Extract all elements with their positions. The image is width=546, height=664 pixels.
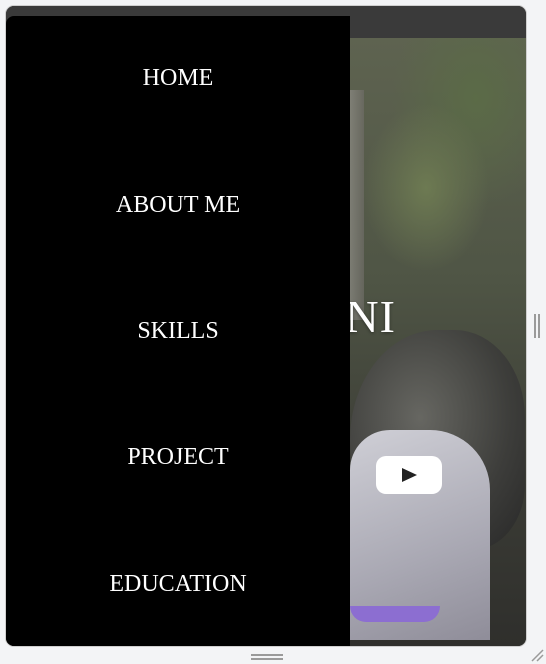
nav-item-about-me[interactable]: ABOUT ME [6,189,350,221]
hero-photo-trim [350,606,440,622]
horizontal-resize-handle[interactable] [251,654,283,660]
nav-item-home[interactable]: HOME [6,62,350,94]
youtube-play-button[interactable] [376,456,442,494]
resize-grip-icon[interactable] [530,648,544,662]
nav-item-skills[interactable]: SKILLS [6,315,350,347]
hero-photo-pole [350,90,364,320]
nav-item-education[interactable]: EDUCATION [6,568,350,600]
nav-item-project[interactable]: PROJECT [6,441,350,473]
play-icon [402,468,417,482]
side-nav-menu: HOME ABOUT ME SKILLS PROJECT EDUCATION [6,16,350,646]
vertical-resize-handle[interactable] [534,314,540,338]
